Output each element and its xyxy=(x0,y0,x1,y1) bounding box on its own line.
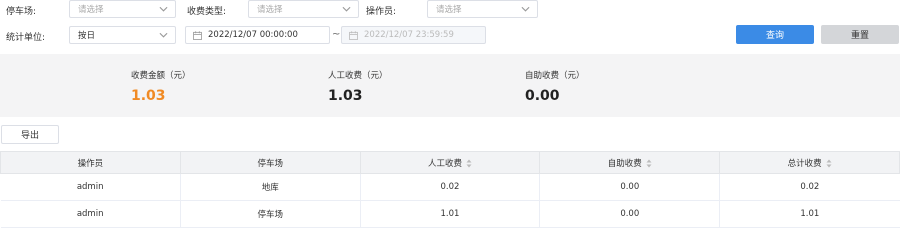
cell-auto-fee: 0.00 xyxy=(539,200,720,228)
cell-total-fee: 0.02 xyxy=(719,173,900,201)
calendar-icon xyxy=(349,31,358,40)
auto-fee-value: 0.00 xyxy=(525,88,560,104)
col-parking-lot: 停车场 xyxy=(179,151,361,174)
export-button[interactable]: 导出 xyxy=(1,125,59,144)
manual-fee-label: 人工收费（元） xyxy=(328,71,388,81)
col-operator: 操作员 xyxy=(0,151,181,174)
sort-icon[interactable] xyxy=(466,159,472,168)
unit-select[interactable]: 按日 xyxy=(69,26,176,44)
auto-fee-label: 自助收费（元） xyxy=(525,71,585,81)
cell-operator: admin xyxy=(0,173,181,201)
cell-auto-fee: 0.00 xyxy=(539,173,720,201)
range-separator: ~ xyxy=(332,29,341,40)
table-row: admin 地库 0.02 0.00 0.02 xyxy=(0,173,900,201)
operator-placeholder: 请选择 xyxy=(436,5,462,15)
table-header-row: 操作员 停车场 人工收费 自助收费 总计收费 xyxy=(0,151,900,174)
end-time-input: 2022/12/07 23:59:59 xyxy=(341,26,486,44)
total-fee-value: 1.03 xyxy=(131,88,166,104)
col-auto-fee[interactable]: 自助收费 xyxy=(539,151,721,174)
manual-fee-value: 1.03 xyxy=(328,88,363,104)
table-row: admin 停车场 1.01 0.00 1.01 xyxy=(0,200,900,228)
chevron-down-icon xyxy=(159,32,168,38)
chevron-down-icon xyxy=(159,6,168,12)
sort-icon[interactable] xyxy=(646,159,652,168)
cell-manual-fee: 1.01 xyxy=(359,200,540,228)
parking-lot-select[interactable]: 请选择 xyxy=(69,0,176,18)
start-time-value: 2022/12/07 00:00:00 xyxy=(208,30,298,40)
start-time-input[interactable]: 2022/12/07 00:00:00 xyxy=(185,26,330,44)
fee-type-placeholder: 请选择 xyxy=(257,5,283,15)
cell-manual-fee: 0.02 xyxy=(359,173,540,201)
summary-panel: 收费金额（元） 1.03 人工收费（元） 1.03 自助收费（元） 0.00 xyxy=(0,54,900,117)
end-time-value: 2022/12/07 23:59:59 xyxy=(364,30,454,40)
query-button[interactable]: 查询 xyxy=(736,25,814,44)
chevron-down-icon xyxy=(521,6,530,12)
parking-lot-label: 停车场: xyxy=(6,7,37,17)
total-fee-label: 收费金额（元） xyxy=(131,71,191,81)
operator-select[interactable]: 请选择 xyxy=(427,0,538,18)
cell-total-fee: 1.01 xyxy=(719,200,900,228)
fee-type-label: 收费类型: xyxy=(187,7,227,17)
reset-button[interactable]: 重置 xyxy=(821,25,899,44)
parking-lot-placeholder: 请选择 xyxy=(78,5,104,15)
operator-label: 操作员: xyxy=(366,7,397,17)
cell-parking-lot: 地库 xyxy=(179,173,361,201)
unit-value: 按日 xyxy=(78,31,96,41)
col-manual-fee[interactable]: 人工收费 xyxy=(359,151,541,174)
chevron-down-icon xyxy=(342,6,351,12)
unit-label: 统计单位: xyxy=(6,33,46,43)
col-total-fee[interactable]: 总计收费 xyxy=(719,151,900,174)
cell-parking-lot: 停车场 xyxy=(179,200,361,228)
fee-table: 操作员 停车场 人工收费 自助收费 总计收费 admin 地库 0.02 0.0… xyxy=(0,151,900,228)
cell-operator: admin xyxy=(0,200,181,228)
fee-type-select[interactable]: 请选择 xyxy=(248,0,359,18)
calendar-icon xyxy=(193,31,202,40)
sort-icon[interactable] xyxy=(826,159,832,168)
